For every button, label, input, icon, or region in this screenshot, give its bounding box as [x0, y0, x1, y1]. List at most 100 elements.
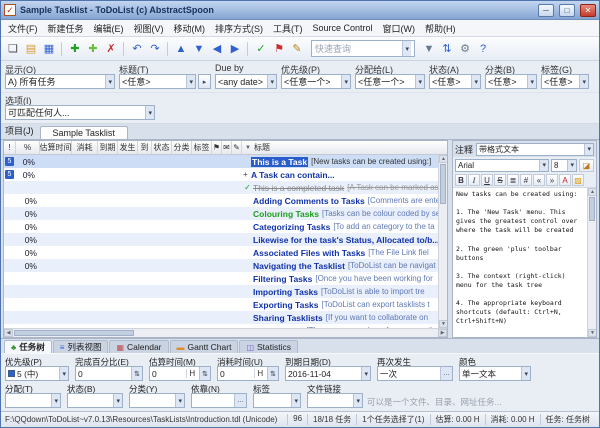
control-affordance-icon[interactable]: ▾	[521, 367, 530, 380]
attribute-control[interactable]: 0 H ⇅	[149, 366, 211, 381]
chevron-down-icon[interactable]: ▾	[415, 75, 424, 88]
control-affordance-icon[interactable]: …	[440, 367, 452, 380]
column-header[interactable]: 状态	[152, 141, 172, 154]
chevron-down-icon[interactable]: ▾	[584, 144, 593, 155]
menu-item[interactable]: 帮助(H)	[420, 20, 461, 37]
control-affordance-icon[interactable]: ▾	[51, 394, 60, 407]
chevron-down-icon[interactable]: ▾	[567, 160, 576, 171]
help-icon[interactable]: ?	[474, 40, 492, 58]
view-tab[interactable]: ♣ 任务树	[4, 340, 52, 353]
control-affordance-icon[interactable]: ▾	[291, 394, 300, 407]
undo-icon[interactable]: ↶	[128, 40, 146, 58]
attribute-control[interactable]: …	[191, 393, 247, 408]
scroll-down-arrow[interactable]: ▼	[588, 329, 597, 337]
control-affordance-icon[interactable]: ▾	[59, 367, 68, 380]
column-header[interactable]: ✉	[222, 141, 232, 154]
column-header[interactable]: ⚑	[212, 141, 222, 154]
column-header[interactable]: ✎	[232, 141, 242, 154]
chevron-down-icon[interactable]: ▾	[105, 75, 114, 88]
italic-button[interactable]: I	[468, 174, 480, 186]
attribute-control[interactable]: 2016-11-04 ▾	[285, 366, 371, 381]
flag-task-icon[interactable]: ⚑	[270, 40, 288, 58]
text-color-button[interactable]: A	[559, 174, 571, 186]
table-row[interactable]: Exporting Tasks[ToDoList can export task…	[4, 298, 447, 311]
close-button[interactable]: ✕	[580, 4, 596, 17]
task-title-cell[interactable]: Exporting Tasks[ToDoList can export task…	[253, 300, 447, 310]
chevron-down-icon[interactable]: ▾	[527, 75, 536, 88]
new-tasklist-icon[interactable]: ❏	[4, 40, 22, 58]
task-title-cell[interactable]: Likewise for the task's Status, Allocate…	[253, 235, 447, 245]
move-task-right-icon[interactable]: ▶	[226, 40, 244, 58]
control-affordance-icon[interactable]: …	[234, 394, 246, 407]
menu-item[interactable]: 视图(V)	[129, 20, 169, 37]
attribute-control[interactable]: 单一文本 ▾	[459, 366, 531, 381]
chevron-down-icon[interactable]: ▾	[267, 75, 276, 88]
table-row[interactable]: 0% Adding Comments to Tasks[Comments are…	[4, 194, 447, 207]
font-name-combo[interactable]: Arial ▾	[455, 159, 549, 172]
filter-combo[interactable]: <任意一个> ▾	[281, 74, 351, 89]
font-size-combo[interactable]: 8 ▾	[551, 159, 577, 172]
chevron-down-icon[interactable]: ▾	[539, 160, 548, 171]
table-row[interactable]: 0% Navigating the Tasklist[ToDoList can …	[4, 259, 447, 272]
scroll-down-arrow[interactable]: ▼	[439, 320, 448, 328]
scrollbar-thumb[interactable]	[14, 330, 134, 336]
table-row[interactable]: 5 0% This is a Task[New tasks can be cre…	[4, 155, 447, 168]
horizontal-scrollbar[interactable]: ◀ ▶	[4, 328, 447, 337]
table-row[interactable]: Importing Tasks[ToDoList is able to impo…	[4, 285, 447, 298]
table-row[interactable]: 0% Colouring Tasks[Tasks can be colour c…	[4, 207, 447, 220]
comments-tool-button[interactable]: ◪	[579, 159, 594, 172]
settings-icon[interactable]: ⚙	[456, 40, 474, 58]
highlight-button[interactable]: ▨	[572, 174, 584, 186]
view-tab[interactable]: ≡ 列表视图	[53, 340, 109, 353]
column-header[interactable]: 分类	[172, 141, 192, 154]
scroll-right-arrow[interactable]: ▶	[438, 329, 447, 337]
task-marker-icon[interactable]: ✓	[242, 183, 253, 192]
task-marker-icon[interactable]: +	[240, 170, 251, 179]
menu-item[interactable]: Source Control	[308, 21, 378, 35]
filter-combo[interactable]: <任意> ▾	[119, 74, 196, 89]
scroll-up-arrow[interactable]: ▲	[439, 155, 448, 163]
control-affordance-icon[interactable]: ▾	[361, 367, 370, 380]
column-header[interactable]: 标签	[192, 141, 212, 154]
edit-task-icon[interactable]: ✎	[288, 40, 306, 58]
chevron-down-icon[interactable]: ▾	[471, 75, 480, 88]
bullet-list-button[interactable]: ≣	[507, 174, 519, 186]
filter-combo[interactable]: A) 所有任务 ▾	[5, 74, 115, 89]
move-task-down-icon[interactable]: ▼	[190, 40, 208, 58]
task-title-cell[interactable]: This is a Task[New tasks can be created …	[251, 157, 447, 167]
control-affordance-icon[interactable]: ⇅	[199, 367, 210, 380]
task-title-cell[interactable]: Colouring Tasks[Tasks can be colour code…	[253, 209, 447, 219]
chevron-down-icon[interactable]: ▾	[402, 41, 411, 56]
unit-selector[interactable]: H	[254, 369, 265, 378]
scroll-up-arrow[interactable]: ▲	[588, 188, 597, 196]
attribute-control[interactable]: ▾	[129, 393, 185, 408]
task-title-cell[interactable]: This is a completed task[A Task can be m…	[253, 183, 447, 193]
chevron-down-icon[interactable]: ▾	[186, 75, 195, 88]
table-row[interactable]: Filtering Tasks[Once you have been worki…	[4, 272, 447, 285]
menu-item[interactable]: 编辑(E)	[89, 20, 129, 37]
task-title-cell[interactable]: Adding Comments to Tasks[Comments are en…	[253, 196, 447, 206]
comment-format-combo[interactable]: 带格式文本 ▾	[476, 143, 594, 156]
attribute-control[interactable]: 一次 …	[377, 366, 453, 381]
column-header[interactable]: 消耗	[72, 141, 98, 154]
chevron-down-icon[interactable]: ▾	[145, 106, 154, 119]
complete-task-icon[interactable]: ✓	[252, 40, 270, 58]
control-affordance-icon[interactable]: ▾	[353, 394, 362, 407]
attribute-control[interactable]: 0 ⇅	[75, 366, 143, 381]
attribute-control[interactable]: ▾	[67, 393, 123, 408]
column-header[interactable]: 发生	[118, 141, 138, 154]
project-tab[interactable]: Sample Tasklist	[40, 126, 128, 139]
attribute-control[interactable]: ▾	[253, 393, 301, 408]
filter-combo[interactable]: <任意> ▾	[541, 74, 589, 89]
indent-button[interactable]: »	[546, 174, 558, 186]
outdent-button[interactable]: «	[533, 174, 545, 186]
control-affordance-icon[interactable]: ⇅	[267, 367, 278, 380]
table-row[interactable]: Sharing Tasklists[If you want to collabo…	[4, 311, 447, 324]
bold-button[interactable]: B	[455, 174, 467, 186]
column-header[interactable]: %	[16, 141, 40, 154]
maximize-button[interactable]: □	[559, 4, 575, 17]
task-title-cell[interactable]: Sharing Tasklists[If you want to collabo…	[253, 313, 447, 323]
open-tasklist-icon[interactable]: ▤	[22, 40, 40, 58]
chevron-down-icon[interactable]: ▾	[341, 75, 350, 88]
task-title-cell[interactable]: Categorizing Tasks[To add an category to…	[253, 222, 447, 232]
